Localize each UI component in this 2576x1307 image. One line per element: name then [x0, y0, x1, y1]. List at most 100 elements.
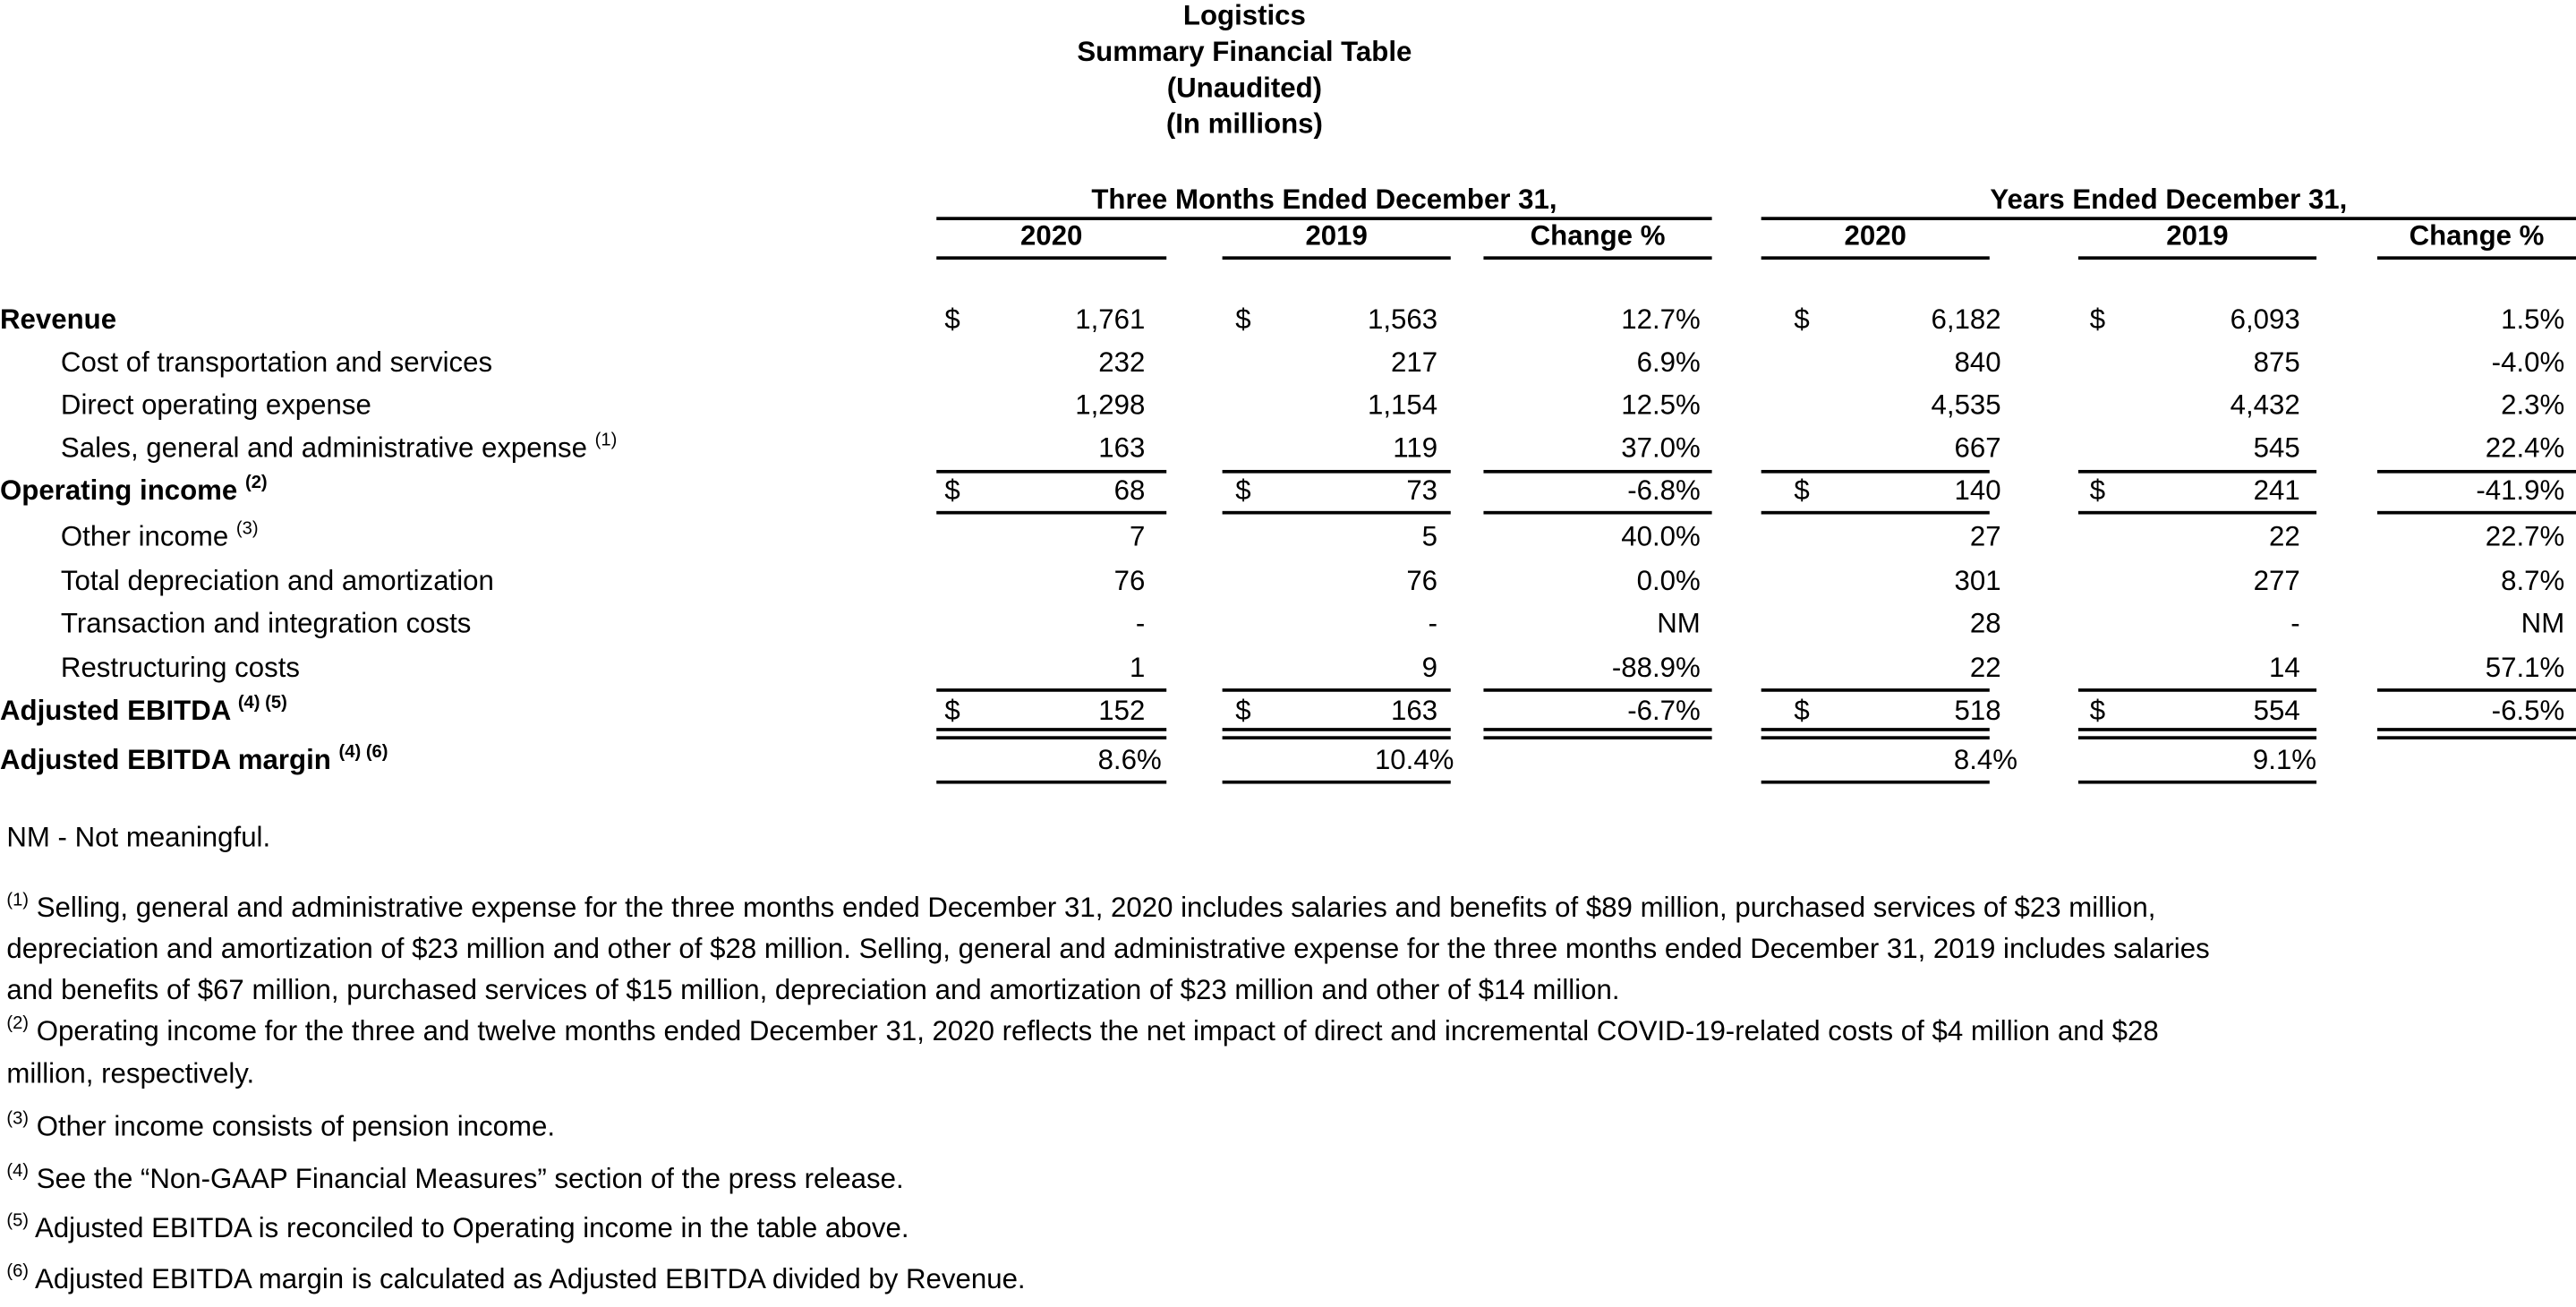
- cell-value: 6,093: [2230, 303, 2300, 336]
- column-header-rule: [2077, 256, 2317, 261]
- currency-symbol: $: [2089, 474, 2106, 507]
- footnote-text: Selling, general and administrative expe…: [36, 892, 2156, 924]
- title-line: Summary Financial Table: [1077, 36, 1412, 68]
- row-label: Adjusted EBITDA (4) (5): [0, 693, 287, 728]
- currency-symbol: $: [2089, 303, 2106, 336]
- double-rule-top: [936, 728, 1167, 731]
- row-label-text: Revenue: [0, 303, 117, 336]
- cell-value: -4.0%: [2491, 346, 2565, 379]
- subtotal-rule: [1222, 469, 1451, 474]
- cell-value: 22: [2268, 520, 2300, 552]
- double-rule-top: [1761, 728, 1990, 731]
- footnote-ref: (2): [244, 473, 268, 493]
- footnote-line: (1) Selling, general and administrative …: [6, 890, 2156, 926]
- cell-value: 9: [1421, 652, 1438, 684]
- cell-value: 301: [1954, 565, 2001, 597]
- currency-symbol: $: [1235, 474, 1251, 507]
- column-header-rule: [1483, 256, 1712, 261]
- row-label: Adjusted EBITDA margin (4) (6): [0, 744, 388, 777]
- subtotal-rule: [1761, 469, 1990, 474]
- column-header-rule: [1222, 256, 1451, 261]
- title-line: (Unaudited): [1166, 72, 1323, 104]
- row-label: Sales, general and administrative expens…: [61, 430, 618, 466]
- cell-value: 40.0%: [1621, 520, 1701, 552]
- cell-value: 76: [1406, 565, 1438, 597]
- subtotal-rule: [2376, 688, 2576, 692]
- footnote-ref: (4) (6): [338, 742, 388, 763]
- footnote-ref: (1): [594, 430, 618, 450]
- subtotal-rule: [1761, 688, 1990, 692]
- row-label-text: Total depreciation and amortization: [60, 565, 494, 597]
- subtotal-rule: [1222, 688, 1451, 692]
- footnote-line: depreciation and amortization of $23 mil…: [6, 934, 2209, 967]
- cell-value: 37.0%: [1621, 431, 1701, 464]
- subtotal-rule: [1483, 510, 1712, 515]
- footnote-text: Adjusted EBITDA is reconciled to Operati…: [35, 1212, 909, 1244]
- cell-value: 10.4%: [1374, 744, 1454, 776]
- cell-value: 545: [2253, 431, 2300, 464]
- cell-value: -6.8%: [1627, 474, 1701, 507]
- cell-value: 9.1%: [2252, 744, 2317, 776]
- footnote-ref: (3): [235, 519, 259, 540]
- cell-value: 277: [2253, 565, 2300, 597]
- footnote-mark: (3): [6, 1108, 30, 1129]
- cell-value: 27: [1969, 520, 2001, 552]
- subtotal-rule: [936, 469, 1167, 474]
- cell-value: 73: [1406, 474, 1438, 507]
- column-header: 2020: [1019, 219, 1083, 252]
- row-label: Cost of transportation and services: [61, 346, 492, 380]
- column-header: 2019: [1305, 219, 1368, 252]
- cell-value: 68: [1113, 474, 1146, 507]
- row-label-text: Adjusted EBITDA margin: [0, 744, 331, 776]
- row-label: Other income (3): [61, 519, 259, 554]
- footnote-text: Other income consists of pension income.: [36, 1110, 556, 1142]
- double-rule-top: [1483, 728, 1712, 731]
- cell-value: 12.7%: [1621, 303, 1701, 336]
- cell-value: -: [2290, 608, 2300, 640]
- cell-value: 875: [2253, 346, 2300, 379]
- currency-symbol: $: [1794, 695, 1810, 727]
- footnote-mark: (4): [6, 1161, 30, 1182]
- footnote-ref: (4) (5): [237, 693, 287, 713]
- cell-value: 57.1%: [2485, 652, 2565, 684]
- cell-value: -: [1135, 608, 1146, 640]
- cell-value: -41.9%: [2476, 474, 2565, 507]
- subtotal-rule: [2376, 510, 2576, 515]
- double-rule-top: [1222, 728, 1451, 731]
- double-rule-bottom: [2077, 736, 2317, 739]
- footnote-line: (3) Other income consists of pension inc…: [6, 1108, 556, 1144]
- footnote-text: Adjusted EBITDA margin is calculated as …: [35, 1263, 1026, 1295]
- footnote-text: See the “Non-GAAP Financial Measures” se…: [36, 1163, 904, 1195]
- currency-symbol: $: [1235, 695, 1251, 727]
- double-rule-top: [2376, 728, 2576, 731]
- margin-rule: [1761, 780, 1990, 784]
- currency-symbol: $: [1235, 303, 1251, 336]
- double-rule-bottom: [1222, 736, 1451, 739]
- row-label-text: Transaction and integration costs: [60, 608, 472, 640]
- subtotal-rule: [1222, 510, 1451, 515]
- cell-value: 163: [1390, 695, 1438, 727]
- footnote-mark: (1): [6, 890, 30, 910]
- column-header: Change %: [1530, 219, 1666, 252]
- cell-value: 0.0%: [1636, 565, 1701, 597]
- currency-symbol: $: [944, 303, 960, 336]
- cell-value: 119: [1393, 431, 1438, 464]
- column-header-rule: [2376, 256, 2576, 261]
- subtotal-rule: [2077, 510, 2317, 515]
- column-header: 2019: [2166, 219, 2229, 252]
- cell-value: 22.7%: [2485, 520, 2565, 552]
- cell-value: -6.7%: [1627, 695, 1701, 727]
- double-rule-bottom: [1483, 736, 1712, 739]
- footnote-line: (2) Operating income for the three and t…: [6, 1014, 2159, 1048]
- footnote-line: (4) See the “Non-GAAP Financial Measures…: [6, 1161, 904, 1197]
- currency-symbol: $: [2089, 695, 2106, 727]
- group-header: Years Ended December 31,: [1990, 184, 2348, 216]
- footnote-text: depreciation and amortization of $23 mil…: [6, 933, 2210, 965]
- row-label: Revenue: [0, 304, 116, 337]
- subtotal-rule: [1483, 688, 1712, 692]
- subtotal-rule: [2376, 469, 2576, 474]
- group-header: Three Months Ended December 31,: [1091, 184, 1557, 216]
- row-label: Operating income (2): [0, 474, 268, 508]
- footnote-text: Operating income for the three and twelv…: [36, 1015, 2159, 1047]
- margin-rule: [936, 780, 1167, 784]
